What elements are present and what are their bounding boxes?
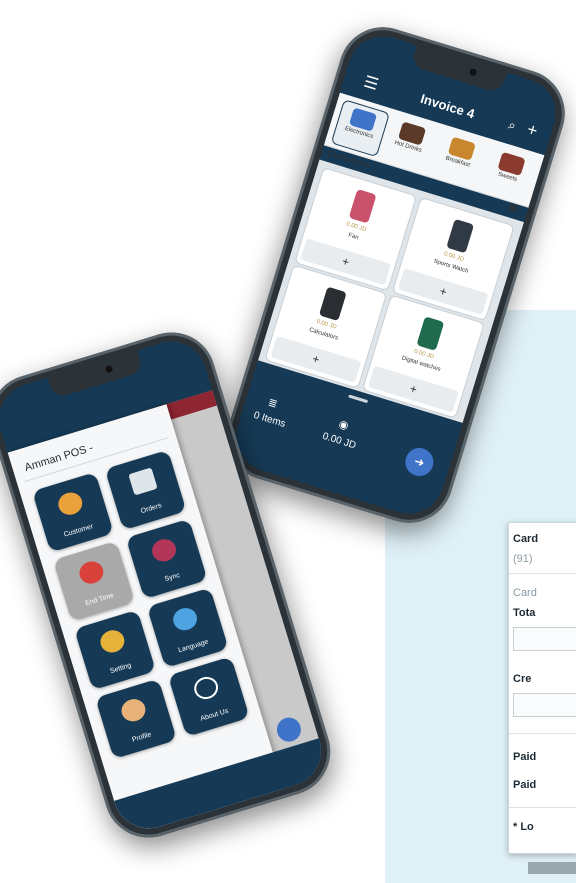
checkout-button[interactable]: ➜: [401, 444, 437, 480]
tile-label: End Time: [84, 592, 115, 608]
currency-icon: ◉: [337, 418, 350, 433]
note-label: * Lo: [513, 821, 534, 833]
menu-tile-sync[interactable]: Sync: [125, 518, 208, 600]
credit-label: Cre: [513, 673, 532, 685]
total-field[interactable]: [513, 627, 576, 651]
card-number-text: (91): [513, 553, 533, 565]
tile-label: Profile: [131, 731, 153, 744]
smartwatch-icon: [416, 316, 445, 351]
tile-label: Setting: [109, 662, 133, 676]
gear-icon: [97, 627, 128, 656]
divider: [509, 573, 576, 574]
watch-icon: [446, 218, 475, 254]
card-label: Card: [513, 533, 539, 545]
drag-handle[interactable]: [348, 394, 369, 404]
calculator-icon: [318, 286, 347, 322]
category-electronics[interactable]: Electronics: [330, 99, 391, 158]
orders-icon: [128, 467, 158, 496]
tile-label: Orders: [140, 502, 163, 516]
tile-label: Customer: [63, 523, 95, 539]
category-sweets[interactable]: Sweets: [480, 145, 537, 201]
card-type-label: Card: [513, 587, 537, 599]
menu-tile-profile[interactable]: Profile: [95, 678, 178, 760]
menu-tile-end-time[interactable]: End Time: [53, 540, 135, 622]
menu-tile-setting[interactable]: Setting: [74, 609, 156, 691]
total-label: Tota: [513, 607, 536, 619]
tile-label: Sync: [163, 571, 181, 584]
items-count: 0 Items: [252, 409, 287, 430]
arrow-icon: ➜: [412, 453, 427, 471]
tile-label: About Us: [199, 707, 230, 723]
globe-icon: [170, 605, 200, 634]
grid-view-icon[interactable]: ▦: [507, 201, 519, 214]
category-breakfast[interactable]: Breakfast: [431, 130, 488, 186]
fan-icon: [348, 188, 377, 224]
invoice-total: 0.00 JD: [321, 430, 358, 452]
list-icon: ≣: [266, 396, 279, 411]
menu-tile-about-us[interactable]: About Us: [167, 656, 250, 737]
menu-tile-language[interactable]: Language: [146, 587, 229, 669]
customer-icon: [55, 489, 85, 518]
paid-label-2: Paid: [513, 779, 537, 791]
end-time-icon: [76, 558, 107, 587]
credit-field[interactable]: [513, 693, 576, 717]
category-hot-drinks[interactable]: Hot Drinks: [381, 114, 438, 170]
horizontal-scrollbar[interactable]: [528, 862, 576, 874]
menu-tile-customer[interactable]: Customer: [32, 472, 114, 553]
tile-label: Language: [177, 638, 210, 655]
paid-label: Paid: [513, 751, 537, 763]
profile-icon: [118, 696, 149, 725]
sync-icon: [149, 536, 179, 565]
divider: [509, 807, 576, 808]
divider: [509, 733, 576, 734]
menu-tile-orders[interactable]: Orders: [104, 449, 187, 531]
payment-card-panel: Card (91) Card Tota Cre Paid Paid * Lo: [508, 522, 576, 854]
info-icon: [191, 673, 221, 703]
